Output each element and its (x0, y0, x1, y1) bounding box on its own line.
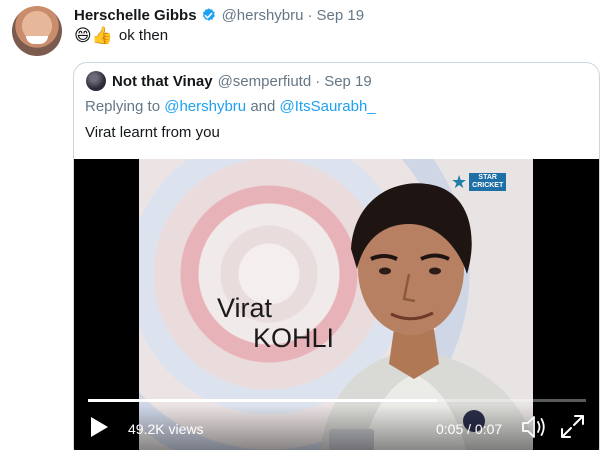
quoted-author-handle: @semperfiutd (217, 72, 312, 90)
replying-to: Replying to @hershybru and @ItsSaurabh_ (85, 98, 376, 115)
progress-bar[interactable] (88, 399, 586, 402)
volume-icon[interactable] (520, 414, 548, 440)
tweet-author-row: Herschelle Gibbs @hershybru · Sep 19 (74, 5, 364, 25)
reply-and: and (250, 98, 276, 115)
tweet-text-content: ok then (118, 26, 169, 44)
quoted-author-row: Not that Vinay @semperfiutd · Sep 19 (86, 71, 372, 91)
caption-last-name: KOHLI (253, 323, 335, 353)
separator-dot: · (315, 72, 321, 90)
author-avatar[interactable] (12, 6, 62, 56)
quoted-tweet-text: Virat learnt from you (85, 124, 220, 141)
emoji-group: 😄👍 (74, 25, 113, 45)
caption-first-name: Virat (217, 293, 273, 323)
author-name[interactable]: Herschelle Gibbs (74, 7, 197, 24)
reply-prefix: Replying to (85, 98, 161, 115)
reply-user-link[interactable]: @hershybru (164, 98, 246, 115)
video-caption: Virat KOHLI (217, 293, 334, 353)
progress-fill (88, 399, 437, 402)
quoted-tweet[interactable]: Not that Vinay @semperfiutd · Sep 19 Rep… (73, 62, 600, 450)
fullscreen-icon[interactable] (559, 413, 586, 440)
quoted-author-avatar (86, 71, 106, 91)
reply-user-link[interactable]: @ItsSaurabh_ (280, 98, 376, 115)
tweet-text: 😄👍 ok then (74, 24, 168, 46)
verified-badge-icon (202, 7, 215, 21)
separator-dot: · (307, 6, 313, 24)
video-player[interactable]: ★ STAR CRICKET Virat KOHLI 49.2K views 0… (74, 159, 599, 450)
play-icon[interactable] (88, 415, 110, 439)
tweet-date[interactable]: Sep 19 (317, 7, 365, 24)
quoted-author-name: Not that Vinay (112, 72, 213, 90)
tweet: Herschelle Gibbs @hershybru · Sep 19 😄👍 … (0, 0, 600, 450)
view-count: 49.2K views (128, 421, 204, 437)
video-time: 0:05 / 0:07 (436, 421, 503, 437)
author-handle[interactable]: @hershybru (222, 7, 304, 24)
quoted-date: Sep 19 (324, 72, 372, 90)
